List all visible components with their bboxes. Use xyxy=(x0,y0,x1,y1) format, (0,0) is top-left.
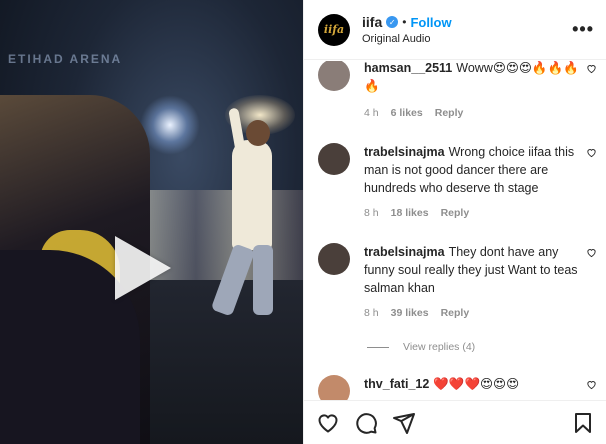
avatar[interactable]: iifa xyxy=(318,13,350,46)
reply-button[interactable]: Reply xyxy=(441,304,470,322)
dancer-leg xyxy=(253,245,273,315)
heart-icon[interactable] xyxy=(586,247,597,258)
comment-icon[interactable] xyxy=(354,411,378,435)
follow-button[interactable]: Follow xyxy=(410,15,451,30)
comment-username[interactable]: trabelsinajma xyxy=(364,145,445,159)
comment-username[interactable]: hamsan__2511 xyxy=(364,61,452,75)
heart-icon[interactable] xyxy=(316,411,340,435)
separator-dot: • xyxy=(402,15,407,29)
divider-line xyxy=(367,346,389,348)
comment-username[interactable]: thv_fati_12 xyxy=(364,377,429,391)
comment-likes[interactable]: 6 likes xyxy=(391,104,423,122)
view-replies-label[interactable]: View replies (4) xyxy=(403,341,475,353)
comment-item: trabelsinajma They dont have any funny so… xyxy=(318,243,597,322)
dancer xyxy=(232,140,272,250)
comment-list[interactable]: hamsan__2511 Woww😍😍😍🔥🔥🔥🔥 4 h 6 likes Repl… xyxy=(304,61,606,400)
play-icon[interactable] xyxy=(115,236,171,300)
commenter-avatar[interactable] xyxy=(318,375,350,400)
heart-icon[interactable] xyxy=(586,379,597,390)
reel-video[interactable]: ETIHAD ARENA xyxy=(0,0,303,444)
heart-icon[interactable] xyxy=(586,63,597,74)
comment-time[interactable]: 4 h xyxy=(364,104,379,122)
comment-time[interactable]: 8 h xyxy=(364,204,379,222)
username[interactable]: iifa xyxy=(362,14,382,30)
share-icon[interactable] xyxy=(392,411,416,435)
comment-username[interactable]: trabelsinajma xyxy=(364,245,445,259)
heart-icon[interactable] xyxy=(586,147,597,158)
comment-text: ❤️❤️❤️😍😍😍 xyxy=(433,377,520,391)
view-replies-button[interactable]: View replies (4) xyxy=(367,341,475,353)
comment-likes[interactable]: 18 likes xyxy=(391,204,429,222)
iifa-logo: iifa xyxy=(323,23,345,36)
comment-likes[interactable]: 39 likes xyxy=(391,304,429,322)
commenter-avatar[interactable] xyxy=(318,143,350,175)
dancer-head xyxy=(246,120,270,146)
header-text: iifa ✓ • Follow Original Audio xyxy=(362,14,572,45)
reply-button[interactable]: Reply xyxy=(441,204,470,222)
more-icon[interactable]: ••• xyxy=(572,19,594,40)
comment-time[interactable]: 8 h xyxy=(364,304,379,322)
comment-item: trabelsinajma Wrong choice iifaa this man… xyxy=(318,143,597,222)
reply-button[interactable]: Reply xyxy=(435,104,464,122)
audio-label[interactable]: Original Audio xyxy=(362,33,572,45)
arena-sign: ETIHAD ARENA xyxy=(8,52,123,66)
action-bar xyxy=(304,400,606,444)
commenter-avatar[interactable] xyxy=(318,243,350,275)
save-icon[interactable] xyxy=(571,411,595,435)
post-header: iifa iifa ✓ • Follow Original Audio ••• xyxy=(304,0,606,60)
comment-item: thv_fati_12 ❤️❤️❤️😍😍😍 xyxy=(318,375,597,400)
verified-icon: ✓ xyxy=(386,16,399,28)
comment-item: hamsan__2511 Woww😍😍😍🔥🔥🔥🔥 4 h 6 likes Repl… xyxy=(318,61,597,122)
commenter-avatar[interactable] xyxy=(318,61,350,91)
post-panel: iifa iifa ✓ • Follow Original Audio ••• … xyxy=(303,0,606,444)
